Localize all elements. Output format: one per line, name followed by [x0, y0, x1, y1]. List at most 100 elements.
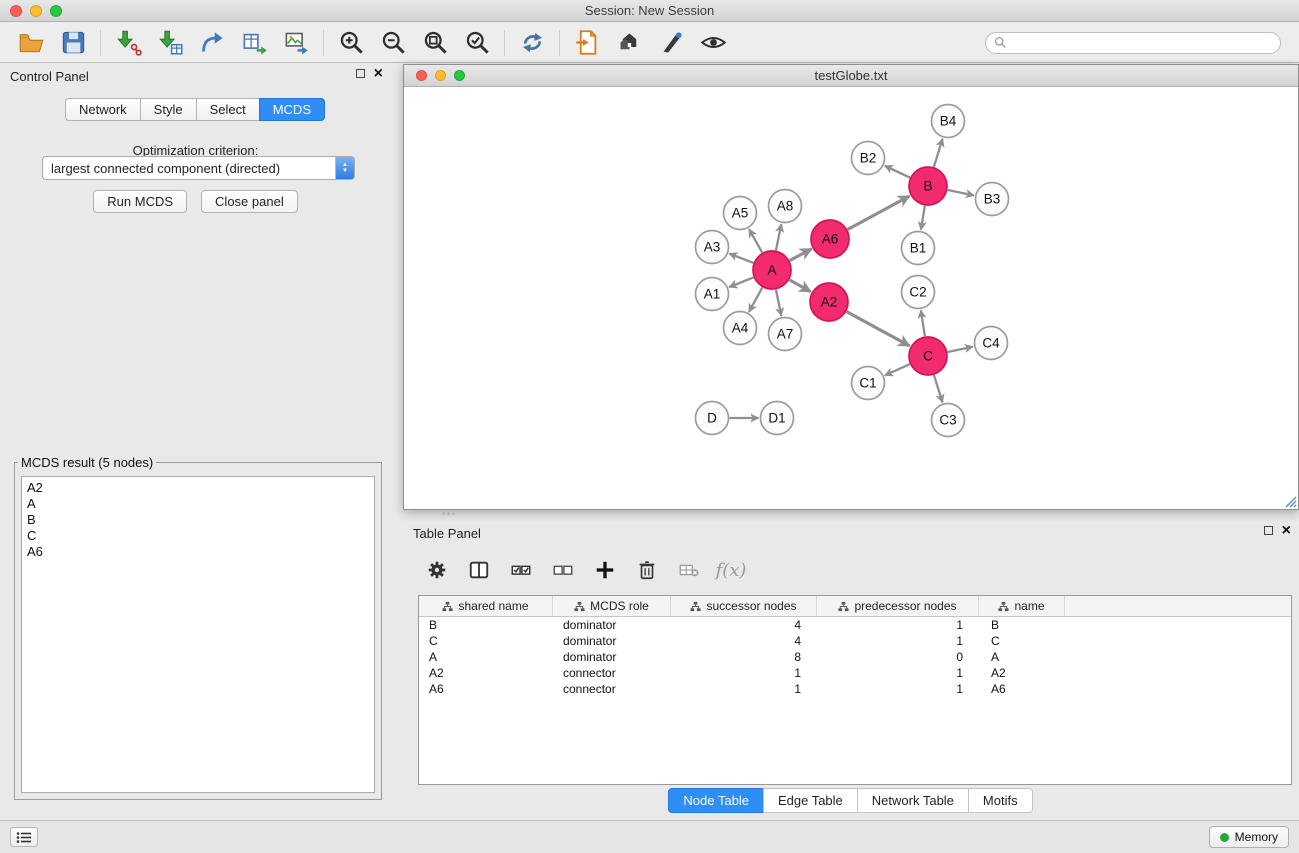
zoom-out-button[interactable] [372, 26, 414, 60]
graph-node-A1[interactable]: A1 [696, 278, 729, 311]
graphics-details-button[interactable] [692, 26, 734, 60]
graph-node-A2[interactable]: A2 [810, 283, 848, 321]
graph-edge-A-A8[interactable] [776, 224, 781, 250]
tab-select[interactable]: Select [196, 98, 260, 121]
close-table-panel-icon[interactable]: × [1282, 525, 1291, 536]
table-row[interactable]: A2connector11A2 [419, 665, 1291, 681]
table-row[interactable]: Adominator80A [419, 649, 1291, 665]
graph-node-A7[interactable]: A7 [769, 318, 802, 351]
search-input[interactable] [1012, 36, 1272, 50]
graph-edge-C-C2[interactable] [921, 310, 925, 336]
network-canvas[interactable]: B4B2BB3A5A8A6A3B1AC2A1A2A4A7C4CC1DD1C3 [404, 87, 1298, 509]
run-mcds-button[interactable]: Run MCDS [93, 190, 187, 213]
result-item[interactable]: B [27, 512, 369, 528]
export-network-button[interactable] [191, 26, 233, 60]
graph-node-C2[interactable]: C2 [902, 276, 935, 309]
tab-motifs[interactable]: Motifs [968, 788, 1033, 813]
graph-node-A[interactable]: A [753, 251, 791, 289]
table-cell[interactable]: connector [553, 665, 671, 681]
select-all-rows-button[interactable] [502, 554, 540, 586]
graph-node-B3[interactable]: B3 [976, 183, 1009, 216]
float-table-panel-icon[interactable] [1264, 526, 1273, 535]
table-cell[interactable]: A2 [979, 665, 1065, 681]
graph-node-A6[interactable]: A6 [811, 220, 849, 258]
table-cell[interactable]: A2 [419, 665, 553, 681]
save-session-button[interactable] [52, 26, 94, 60]
table-cell[interactable]: B [419, 617, 553, 633]
close-panel-button[interactable]: Close panel [201, 190, 298, 213]
table-settings-button[interactable] [418, 554, 456, 586]
table-cell[interactable]: dominator [553, 617, 671, 633]
table-cell[interactable]: B [979, 617, 1065, 633]
graph-edge-A2-C[interactable] [847, 312, 910, 346]
graph-edge-A-A2[interactable] [789, 280, 810, 292]
table-cell[interactable]: connector [553, 681, 671, 697]
graph-edge-A-A1[interactable] [729, 277, 753, 287]
table-cell[interactable]: dominator [553, 633, 671, 649]
graph-edge-B-B1[interactable] [921, 206, 925, 230]
graph-edge-A-A6[interactable] [790, 249, 812, 261]
export-table-button[interactable] [233, 26, 275, 60]
graph-node-D1[interactable]: D1 [761, 402, 794, 435]
graph-edge-A-A3[interactable] [729, 254, 753, 263]
close-panel-icon[interactable]: × [374, 68, 383, 79]
graph-edge-A-A5[interactable] [749, 229, 762, 252]
result-item[interactable]: A2 [27, 480, 369, 496]
result-item[interactable]: A [27, 496, 369, 512]
tab-network-table[interactable]: Network Table [857, 788, 969, 813]
criterion-dropdown[interactable]: largest connected component (directed) ▲… [42, 156, 355, 180]
column-header-MCDS-role[interactable]: MCDS role [553, 596, 671, 616]
float-panel-icon[interactable] [356, 69, 365, 78]
zoom-fit-button[interactable] [414, 26, 456, 60]
graph-node-B2[interactable]: B2 [852, 142, 885, 175]
first-neighbors-button[interactable] [608, 26, 650, 60]
graph-node-A8[interactable]: A8 [769, 190, 802, 223]
graph-node-A3[interactable]: A3 [696, 231, 729, 264]
graph-edge-B-B4[interactable] [934, 139, 943, 167]
graph-edge-C-C3[interactable] [934, 375, 943, 402]
table-cell[interactable]: 1 [671, 681, 817, 697]
table-cell[interactable]: C [419, 633, 553, 649]
open-session-button[interactable] [10, 26, 52, 60]
export-image-button[interactable] [275, 26, 317, 60]
graph-edge-C-C4[interactable] [948, 347, 973, 352]
zoom-in-button[interactable] [330, 26, 372, 60]
table-cell[interactable]: 1 [817, 665, 979, 681]
table-cell[interactable]: 1 [817, 633, 979, 649]
tab-mcds[interactable]: MCDS [259, 98, 325, 121]
table-cell[interactable]: A [979, 649, 1065, 665]
annotation-button[interactable] [650, 26, 692, 60]
result-item[interactable]: A6 [27, 544, 369, 560]
graph-node-C[interactable]: C [909, 337, 947, 375]
table-cell[interactable]: 4 [671, 633, 817, 649]
graph-edge-A-A4[interactable] [749, 288, 762, 312]
delete-column-button[interactable] [628, 554, 666, 586]
table-row[interactable]: Bdominator41B [419, 617, 1291, 633]
tab-node-table[interactable]: Node Table [668, 788, 764, 813]
table-cell[interactable]: C [979, 633, 1065, 649]
resize-grip-icon[interactable] [1284, 495, 1297, 508]
table-cell[interactable]: 4 [671, 617, 817, 633]
import-table-button[interactable] [149, 26, 191, 60]
zoom-selected-button[interactable] [456, 26, 498, 60]
tab-edge-table[interactable]: Edge Table [763, 788, 858, 813]
graph-node-A5[interactable]: A5 [724, 197, 757, 230]
table-cell[interactable]: dominator [553, 649, 671, 665]
graph-edge-A6-B[interactable] [848, 196, 910, 229]
result-item[interactable]: C [27, 528, 369, 544]
graph-node-B[interactable]: B [909, 167, 947, 205]
panel-splitter-handle[interactable] [442, 512, 456, 517]
graph-node-C4[interactable]: C4 [975, 327, 1008, 360]
graph-node-B1[interactable]: B1 [902, 232, 935, 265]
import-network-url-button[interactable] [566, 26, 608, 60]
deselect-all-rows-button[interactable] [544, 554, 582, 586]
table-cell[interactable]: 8 [671, 649, 817, 665]
table-row[interactable]: A6connector11A6 [419, 681, 1291, 697]
memory-button[interactable]: Memory [1209, 826, 1289, 848]
network-window-titlebar[interactable]: testGlobe.txt [404, 65, 1298, 87]
graph-node-A4[interactable]: A4 [724, 312, 757, 345]
graph-node-C1[interactable]: C1 [852, 367, 885, 400]
task-history-button[interactable] [10, 827, 38, 847]
graph-edge-C-C1[interactable] [885, 364, 910, 375]
graph-edge-B-B2[interactable] [885, 166, 910, 178]
